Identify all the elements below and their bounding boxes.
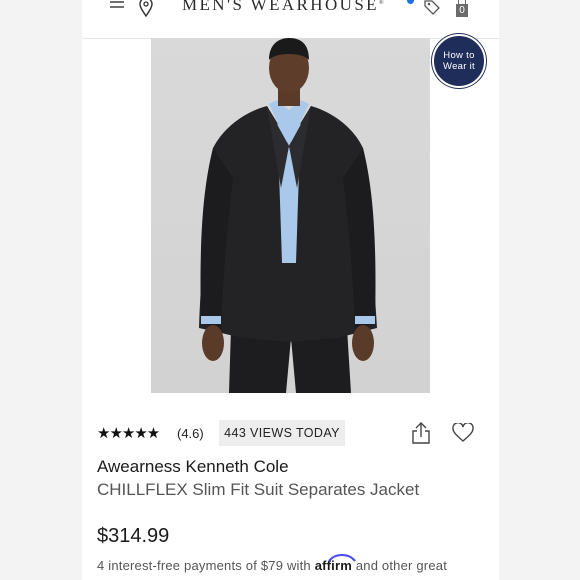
brand-text: MEN'S WEARHOUSE — [182, 0, 379, 14]
installment-info: 4 interest-free payments of $79 with aff… — [97, 554, 448, 573]
menu-icon[interactable] — [109, 0, 125, 14]
share-icon[interactable] — [411, 422, 431, 444]
product-brand[interactable]: Awearness Kenneth Cole — [97, 457, 289, 477]
product-image[interactable] — [151, 38, 430, 393]
affirm-arc-icon — [327, 554, 356, 562]
trademark: ® — [378, 0, 384, 6]
how-to-wear-it-badge[interactable]: How to Wear it — [432, 34, 486, 88]
affirm-logo[interactable]: affirm — [315, 554, 356, 573]
model-illustration — [199, 38, 377, 393]
product-title: CHILLFLEX Slim Fit Suit Separates Jacket — [97, 480, 420, 499]
views-today-badge: 443 VIEWS TODAY — [219, 420, 345, 446]
rating-value[interactable]: (4.6) — [177, 426, 204, 441]
heart-icon[interactable] — [452, 423, 474, 443]
tag-icon[interactable] — [423, 0, 441, 18]
rating-stars[interactable]: ★★★★★ — [97, 424, 160, 442]
badge-line-1: How to — [443, 50, 475, 61]
product-card: MEN'S WEARHOUSE® 0 How to Wear it ★★★★★ … — [82, 0, 499, 580]
installment-prefix: 4 interest-free payments of $79 with — [97, 558, 311, 573]
bag-count[interactable]: 0 — [456, 4, 468, 17]
location-pin-icon[interactable] — [139, 0, 153, 18]
installment-suffix: and other great — [355, 558, 448, 573]
product-price: $314.99 — [97, 525, 170, 547]
site-header: MEN'S WEARHOUSE® 0 — [82, 0, 499, 39]
badge-line-2: Wear it — [442, 61, 475, 72]
notification-dot — [407, 0, 414, 4]
brand-logo[interactable]: MEN'S WEARHOUSE® — [182, 0, 384, 15]
